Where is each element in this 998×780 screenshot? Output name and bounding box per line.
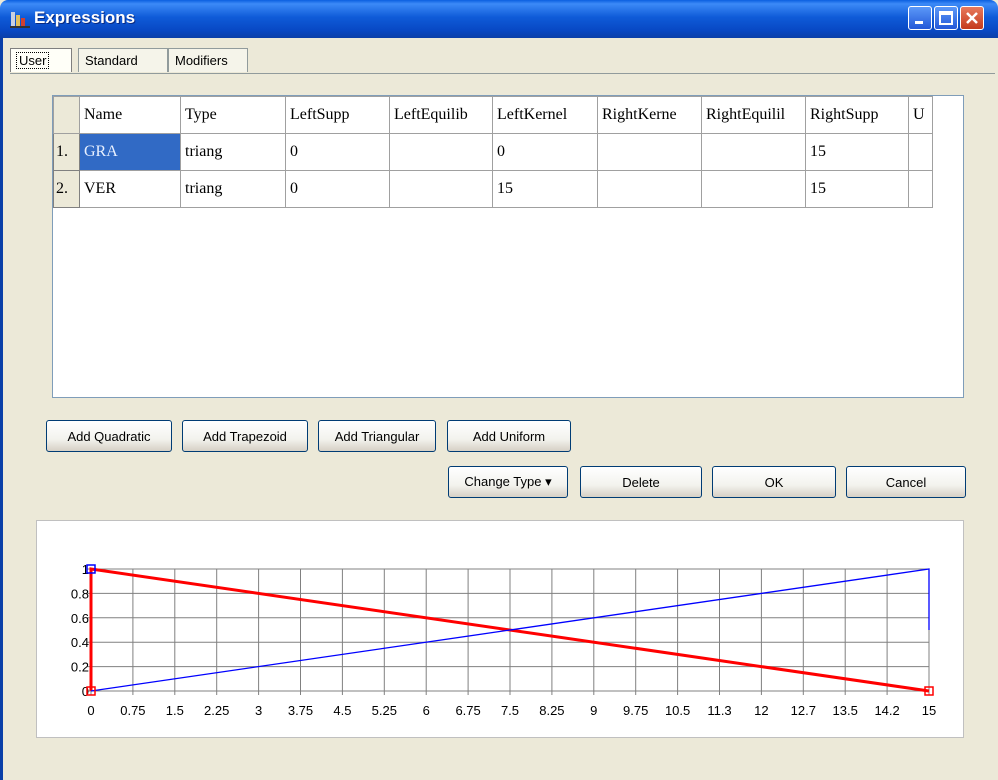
tab-divider (10, 73, 995, 74)
delete-button[interactable]: Delete (580, 466, 702, 498)
x-tick-label: 1.5 (166, 703, 184, 718)
y-tick-label: 0.6 (71, 611, 89, 626)
cell-leftkernel[interactable]: 0 (492, 133, 598, 171)
column-header-leftkernel[interactable]: LeftKernel (492, 96, 598, 134)
grid-corner (53, 96, 80, 134)
x-tick-label: 12.7 (791, 703, 816, 718)
x-tick-label: 9.75 (623, 703, 648, 718)
x-tick-label: 14.2 (874, 703, 899, 718)
x-tick-label: 0.75 (120, 703, 145, 718)
x-tick-label: 9 (590, 703, 597, 718)
expressions-grid[interactable]: Name Type LeftSupp LeftEquilib LeftKerne… (52, 95, 964, 398)
add-trapezoid-button[interactable]: Add Trapezoid (182, 420, 308, 452)
tab-modifiers[interactable]: Modifiers (168, 48, 248, 72)
cell-rightsupp[interactable]: 15 (805, 170, 909, 208)
x-tick-label: 6 (423, 703, 430, 718)
cell-rightkernel[interactable] (597, 170, 702, 208)
x-tick-label: 0 (87, 703, 94, 718)
column-header-rightkernel[interactable]: RightKerne (597, 96, 702, 134)
cell-u[interactable] (908, 170, 933, 208)
app-icon (10, 12, 30, 28)
cell-name[interactable]: VER (79, 170, 181, 208)
title-bar[interactable]: Expressions (0, 0, 998, 38)
x-tick-label: 3 (255, 703, 262, 718)
close-icon (966, 12, 978, 24)
x-tick-label: 12 (754, 703, 768, 718)
y-tick-label: 0.8 (71, 586, 89, 601)
add-triangular-button[interactable]: Add Triangular (318, 420, 436, 452)
ok-button[interactable]: OK (712, 466, 836, 498)
x-tick-label: 6.75 (455, 703, 480, 718)
cell-type[interactable]: triang (180, 133, 286, 171)
tab-standard[interactable]: Standard (78, 48, 168, 72)
membership-chart: 0 0.75 1.5 2.25 3 3.75 4.5 5.25 6 6.75 7.5 8.25 9 9.7… (36, 520, 964, 738)
x-tick-label: 2.25 (204, 703, 229, 718)
column-header-name[interactable]: Name (79, 96, 181, 134)
cell-name[interactable]: GRA (79, 133, 181, 171)
row-number[interactable]: 1. (53, 133, 80, 171)
x-tick-label: 13.5 (833, 703, 858, 718)
minimize-icon (915, 21, 923, 24)
table-row[interactable]: 2. VER triang 0 15 15 (53, 170, 933, 208)
cell-rightequilib[interactable] (701, 133, 806, 171)
cell-u[interactable] (908, 133, 933, 171)
x-tick-label: 3.75 (288, 703, 313, 718)
maximize-button[interactable] (934, 6, 958, 30)
add-quadratic-button[interactable]: Add Quadratic (46, 420, 172, 452)
column-header-type[interactable]: Type (180, 96, 286, 134)
column-header-rightequilib[interactable]: RightEquilil (701, 96, 806, 134)
y-tick-label: 0.4 (71, 635, 89, 650)
cell-leftequilib[interactable] (389, 133, 493, 171)
tab-user[interactable]: User (10, 48, 72, 72)
x-tick-label: 10.5 (665, 703, 690, 718)
close-button[interactable] (960, 6, 984, 30)
x-tick-label: 4.5 (333, 703, 351, 718)
cancel-button[interactable]: Cancel (846, 466, 966, 498)
x-tick-label: 8.25 (539, 703, 564, 718)
table-row[interactable]: 1. GRA triang 0 0 15 (53, 133, 933, 171)
x-tick-label: 7.5 (501, 703, 519, 718)
cell-rightequilib[interactable] (701, 170, 806, 208)
x-tick-label: 5.25 (372, 703, 397, 718)
y-tick-label: 0.2 (71, 660, 89, 675)
x-tick-label: 11.3 (707, 703, 731, 718)
cell-leftsupp[interactable]: 0 (285, 170, 390, 208)
cell-leftkernel[interactable]: 15 (492, 170, 598, 208)
add-uniform-button[interactable]: Add Uniform (447, 420, 571, 452)
cell-leftequilib[interactable] (389, 170, 493, 208)
row-number[interactable]: 2. (53, 170, 80, 208)
cell-leftsupp[interactable]: 0 (285, 133, 390, 171)
column-header-rightsupp[interactable]: RightSupp (805, 96, 909, 134)
cell-type[interactable]: triang (180, 170, 286, 208)
chart-canvas: 0 0.75 1.5 2.25 3 3.75 4.5 5.25 6 6.75 7.5 8.25 9 9.7… (71, 562, 936, 718)
cell-rightkernel[interactable] (597, 133, 702, 171)
x-tick-label: 15 (922, 703, 936, 718)
column-header-u[interactable]: U (908, 96, 933, 134)
column-header-leftequilib[interactable]: LeftEquilib (389, 96, 493, 134)
window-title: Expressions (34, 8, 136, 27)
minimize-button[interactable] (908, 6, 932, 30)
maximize-icon (939, 11, 953, 25)
grid-header-row: Name Type LeftSupp LeftEquilib LeftKerne… (53, 96, 933, 134)
column-header-leftsupp[interactable]: LeftSupp (285, 96, 390, 134)
cell-rightsupp[interactable]: 15 (805, 133, 909, 171)
change-type-dropdown[interactable]: Change Type ▾ (448, 466, 568, 498)
window-frame (0, 38, 3, 780)
